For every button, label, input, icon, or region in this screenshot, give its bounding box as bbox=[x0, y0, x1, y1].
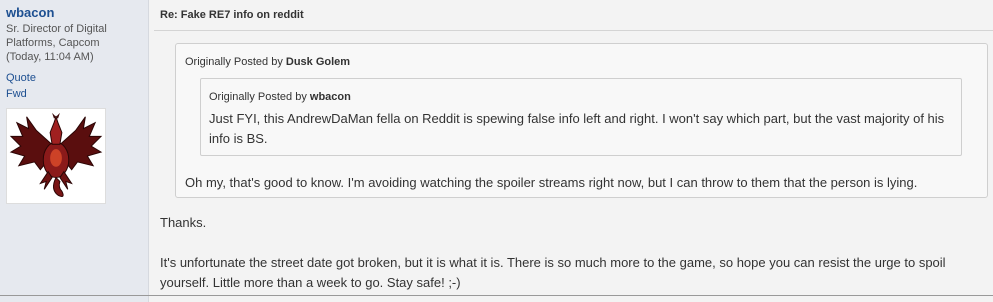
outer-quote-prefix: Originally Posted by bbox=[185, 56, 283, 68]
user-title-line1: Sr. Director of Digital bbox=[6, 23, 107, 35]
outer-quote-author[interactable]: Dusk Golem bbox=[286, 56, 350, 68]
post-content: Re: Fake RE7 info on reddit Originally P… bbox=[150, 0, 993, 302]
user-sidebar: wbacon Sr. Director of Digital Platforms… bbox=[0, 0, 149, 302]
avatar[interactable] bbox=[6, 108, 106, 204]
reply-line-2: It's unfortunate the street date got bro… bbox=[160, 255, 946, 290]
outer-quote-text: Oh my, that's good to know. I'm avoiding… bbox=[185, 175, 918, 190]
quote-link[interactable]: Quote bbox=[6, 70, 142, 86]
inner-quote-header: Originally Posted by wbacon bbox=[209, 91, 351, 103]
reply-line-1: Thanks. bbox=[160, 215, 207, 230]
bottom-divider bbox=[0, 295, 993, 296]
inner-quote-author[interactable]: wbacon bbox=[310, 91, 351, 103]
inner-quote-prefix: Originally Posted by bbox=[209, 91, 307, 103]
reply-body: Thanks. It's unfortunate the street date… bbox=[160, 213, 985, 293]
outer-quote-header: Originally Posted by Dusk Golem bbox=[185, 56, 350, 68]
inner-quote-box: Originally Posted by wbacon Just FYI, th… bbox=[200, 78, 962, 156]
outer-quote-box: Originally Posted by Dusk Golem Original… bbox=[175, 43, 988, 198]
inner-quote-text: Just FYI, this AndrewDaMan fella on Redd… bbox=[209, 111, 945, 146]
username-link[interactable]: wbacon bbox=[6, 5, 142, 20]
fwd-link[interactable]: Fwd bbox=[6, 86, 142, 102]
red-dragon-emblem-icon bbox=[9, 112, 103, 197]
user-title-line2: Platforms, Capcom bbox=[6, 37, 100, 49]
title-divider bbox=[154, 30, 993, 31]
post-title: Re: Fake RE7 info on reddit bbox=[160, 9, 304, 21]
post-timestamp: (Today, 11:04 AM) bbox=[6, 51, 94, 63]
